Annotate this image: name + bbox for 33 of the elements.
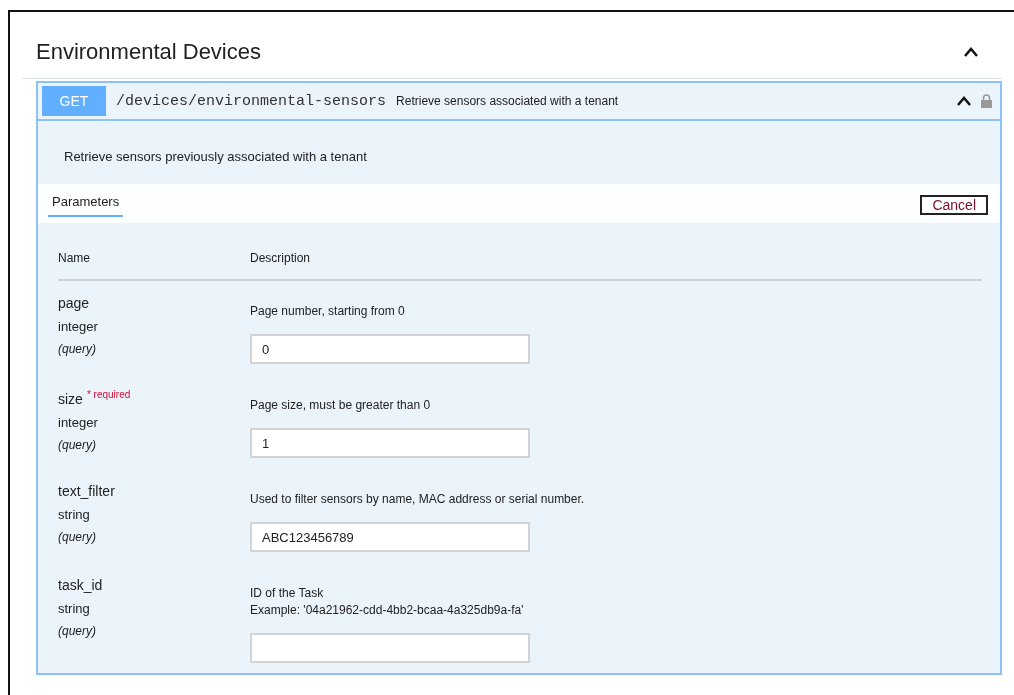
- parameter-name: page: [58, 295, 91, 311]
- parameter-name: task_id: [58, 577, 104, 593]
- section-title: Environmental Devices: [36, 39, 261, 65]
- operation-description: Retrieve sensors previously associated with a tenant: [63, 148, 368, 166]
- parameter-description: Used to filter sensors by name, MAC address or serial number.: [250, 491, 586, 508]
- parameter-input[interactable]: ABC123456789: [250, 522, 530, 552]
- parameter-type: integer: [58, 319, 99, 334]
- lock-icon[interactable]: [981, 94, 992, 108]
- parameter-description: Page size, must be greater than 0: [250, 397, 432, 414]
- method-badge: GET: [42, 86, 106, 116]
- parameter-location: (query): [58, 437, 97, 452]
- parameter-description: ID of the Task: [250, 585, 325, 602]
- parameters-tab[interactable]: Parameters: [48, 192, 124, 217]
- endpoint-path: /devices/environmental-sensors: [116, 92, 387, 110]
- endpoint-summary: Retrieve sensors associated with a tenant: [396, 94, 620, 108]
- parameter-description: Example: '04a21962-cdd-4bb2-bcaa-4a325db9a-fa': [250, 602, 525, 619]
- parameter-type: string: [58, 601, 91, 616]
- parameter-type: string: [58, 507, 91, 522]
- parameter-type: integer: [58, 414, 99, 430]
- parameter-location: (query): [58, 342, 97, 356]
- cancel-button[interactable]: Cancel: [920, 194, 988, 215]
- caret-icon[interactable]: [957, 96, 971, 106]
- parameter-location: (query): [58, 530, 97, 544]
- collapse-caret-icon[interactable]: [964, 47, 978, 57]
- column-header: Description: [250, 251, 312, 265]
- parameter-description: Page number, starting from 0: [250, 303, 406, 320]
- parameter-name: text_filter: [58, 483, 116, 499]
- parameter-name: size $^{* required}$: [58, 389, 132, 407]
- parameter-location: (query): [58, 624, 97, 638]
- parameter-input[interactable]: [250, 633, 530, 663]
- parameter-input[interactable]: 0: [250, 334, 530, 364]
- column-header: Name: [58, 251, 91, 265]
- parameter-input[interactable]: 1: [250, 428, 530, 458]
